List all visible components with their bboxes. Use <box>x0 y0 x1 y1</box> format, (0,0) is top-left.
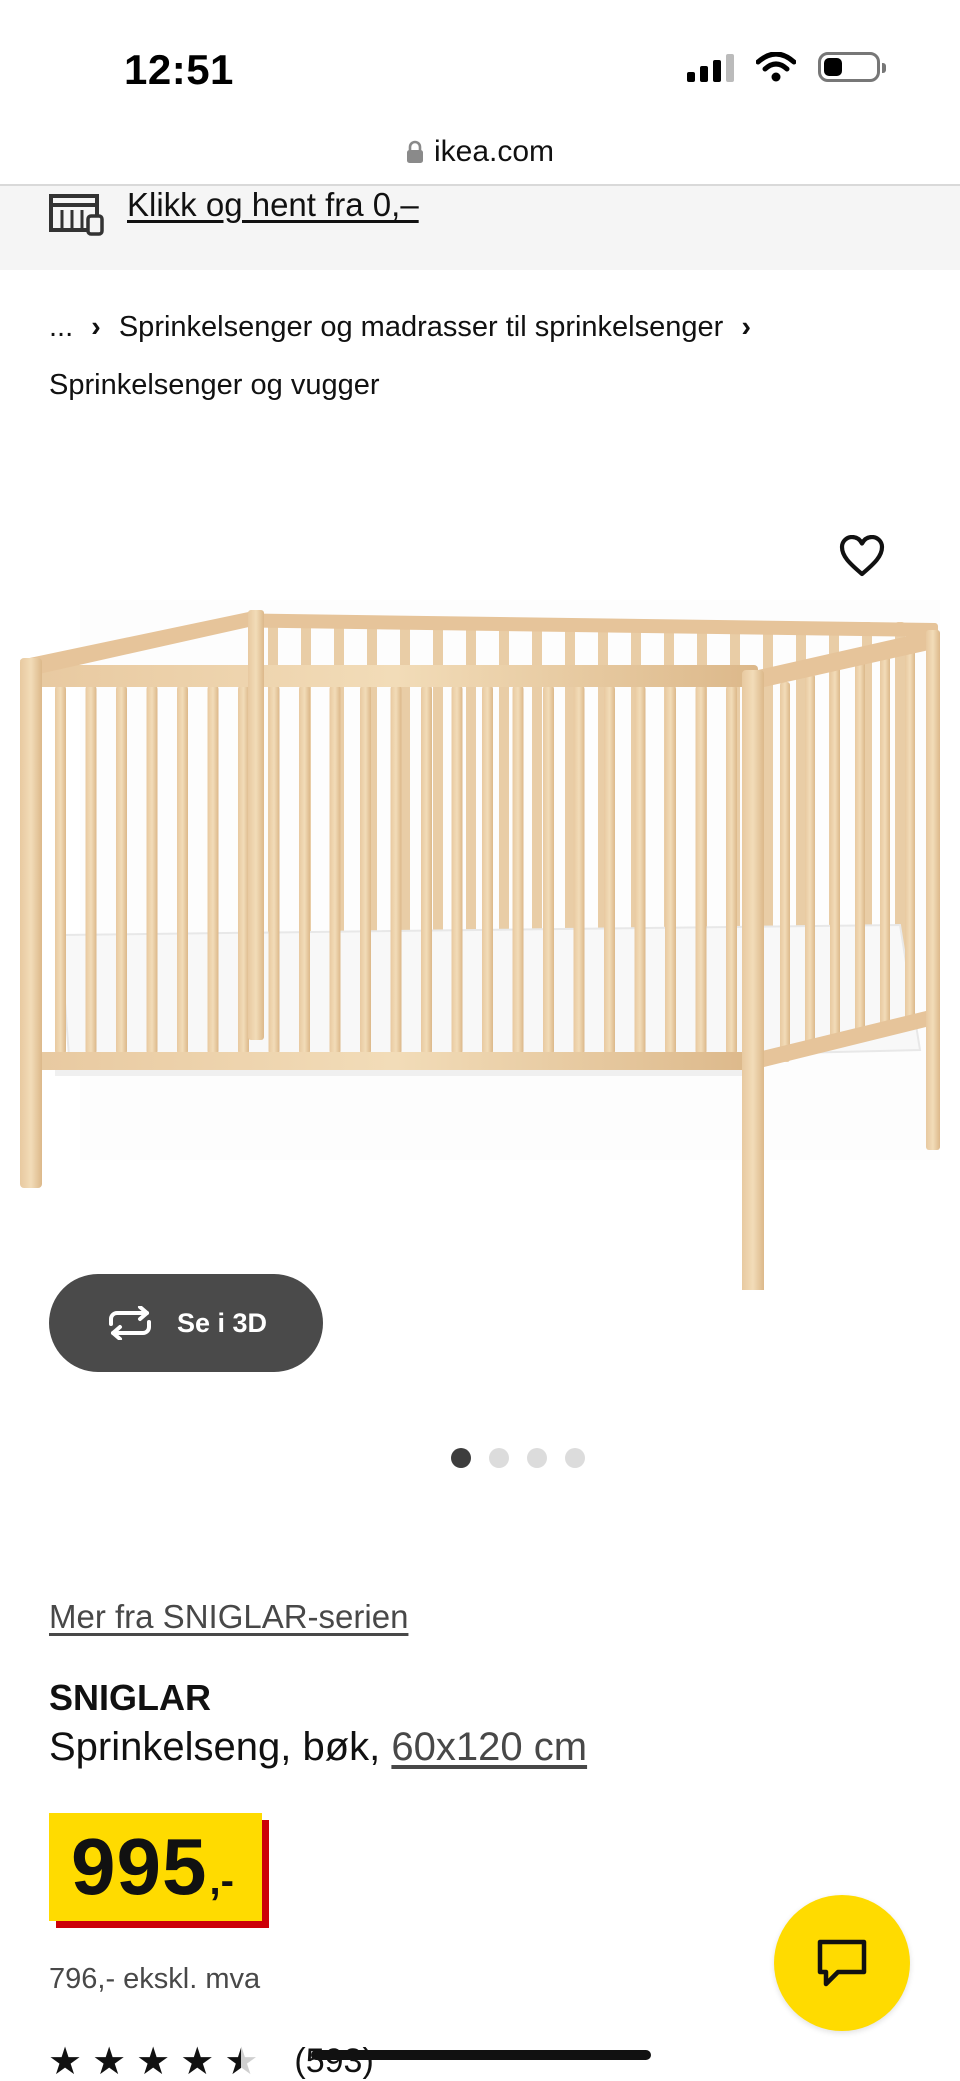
crib-slat <box>512 685 524 1055</box>
address-bar[interactable]: ikea.com <box>0 120 960 186</box>
home-indicator <box>311 2050 651 2060</box>
crib-slat <box>482 685 493 1055</box>
price-excl-vat: 796,- ekskl. mva <box>49 1963 261 1995</box>
review-count[interactable]: (593) <box>294 2042 373 2081</box>
star-icon: ★ <box>180 2040 215 2081</box>
crib-slat <box>299 685 310 1055</box>
wifi-icon <box>756 52 796 82</box>
crib-front-slats <box>55 642 915 1062</box>
crib-slat <box>573 685 585 1055</box>
crib-slat <box>116 685 127 1055</box>
view-in-3d-button[interactable]: Se i 3D <box>49 1274 323 1372</box>
crib-slat <box>329 685 341 1055</box>
view-in-3d-label: Se i 3D <box>176 1307 268 1338</box>
product-type: Sprinkelseng, bøk, <box>49 1725 381 1769</box>
cellular-signal-icon <box>687 52 734 82</box>
star-icon: ★ <box>48 2040 83 2081</box>
crib-slat <box>634 685 646 1055</box>
breadcrumb: ... › Sprinkelsenger og madrasser til spri… <box>49 298 929 414</box>
heart-outline-icon <box>839 535 885 577</box>
click-collect-banner: Klikk og hent fra 0,– <box>0 186 960 270</box>
size-link[interactable]: 60x120 cm <box>391 1725 587 1769</box>
pagination-dot[interactable] <box>565 1448 585 1468</box>
crib-slat <box>855 658 865 1038</box>
battery-icon <box>818 52 886 82</box>
lock-icon <box>406 140 423 163</box>
image-pagination-dots <box>0 1448 960 1468</box>
crib-slat <box>780 682 790 1062</box>
star-half-icon: ★ <box>224 2040 259 2081</box>
crib-slat <box>238 685 249 1055</box>
crib-slat <box>543 685 554 1055</box>
crib-slat <box>880 650 890 1030</box>
pagination-dot[interactable] <box>489 1448 509 1468</box>
crib-slat <box>55 685 66 1055</box>
click-collect-link[interactable]: Klikk og hent fra 0,– <box>127 186 419 224</box>
star-icon: ★ <box>92 2040 127 2081</box>
product-rating[interactable]: ★ ★ ★ ★ ★ (593) <box>48 2042 374 2081</box>
chevron-right-icon: › <box>91 311 101 343</box>
crib-slat <box>85 685 97 1055</box>
crib-slat <box>207 685 219 1055</box>
status-icons <box>687 52 886 82</box>
wishlist-button[interactable] <box>836 530 888 582</box>
product-image[interactable] <box>0 530 960 1290</box>
price-tag: 995 ,- <box>49 1813 262 1921</box>
crib-slat <box>451 685 463 1055</box>
crib-slat <box>146 685 158 1055</box>
chat-bubble-icon <box>817 1939 867 1987</box>
breadcrumb-ellipsis[interactable]: ... <box>49 311 73 343</box>
chat-button[interactable] <box>774 1895 910 2031</box>
pagination-dot[interactable] <box>451 1448 471 1468</box>
breadcrumb-item-cribs-mattresses[interactable]: Sprinkelsenger og madrasser til sprinkel… <box>119 311 723 343</box>
price-suffix: ,- <box>209 1859 234 1903</box>
crib-slat <box>905 642 915 1022</box>
chevron-right-icon: › <box>741 311 751 343</box>
store-icon <box>49 194 104 236</box>
crib-slat <box>830 666 840 1046</box>
crib-slat <box>726 685 737 1055</box>
crib-slat <box>695 685 707 1055</box>
status-time: 12:51 <box>124 46 234 93</box>
crib-slat <box>665 685 676 1055</box>
crib-slat <box>177 685 188 1055</box>
rotate-arrows-icon <box>108 1306 151 1340</box>
product-name: SNIGLAR <box>49 1677 211 1718</box>
crib-slat <box>268 685 280 1055</box>
crib-slat <box>421 685 432 1055</box>
pagination-dot[interactable] <box>527 1448 547 1468</box>
price-value: 995 <box>71 1822 208 1911</box>
crib-slat <box>805 674 815 1054</box>
crib-slat <box>360 685 371 1055</box>
status-bar: 12:51 <box>0 0 960 120</box>
star-icon: ★ <box>136 2040 171 2081</box>
product-description: Sprinkelseng, bøk, 60x120 cm <box>49 1725 587 1770</box>
crib-slat <box>604 685 615 1055</box>
series-link[interactable]: Mer fra SNIGLAR-serien <box>49 1598 408 1636</box>
breadcrumb-item-cribs-cradles[interactable]: Sprinkelsenger og vugger <box>49 369 379 401</box>
crib-slat <box>390 685 402 1055</box>
url-text: ikea.com <box>433 135 555 168</box>
